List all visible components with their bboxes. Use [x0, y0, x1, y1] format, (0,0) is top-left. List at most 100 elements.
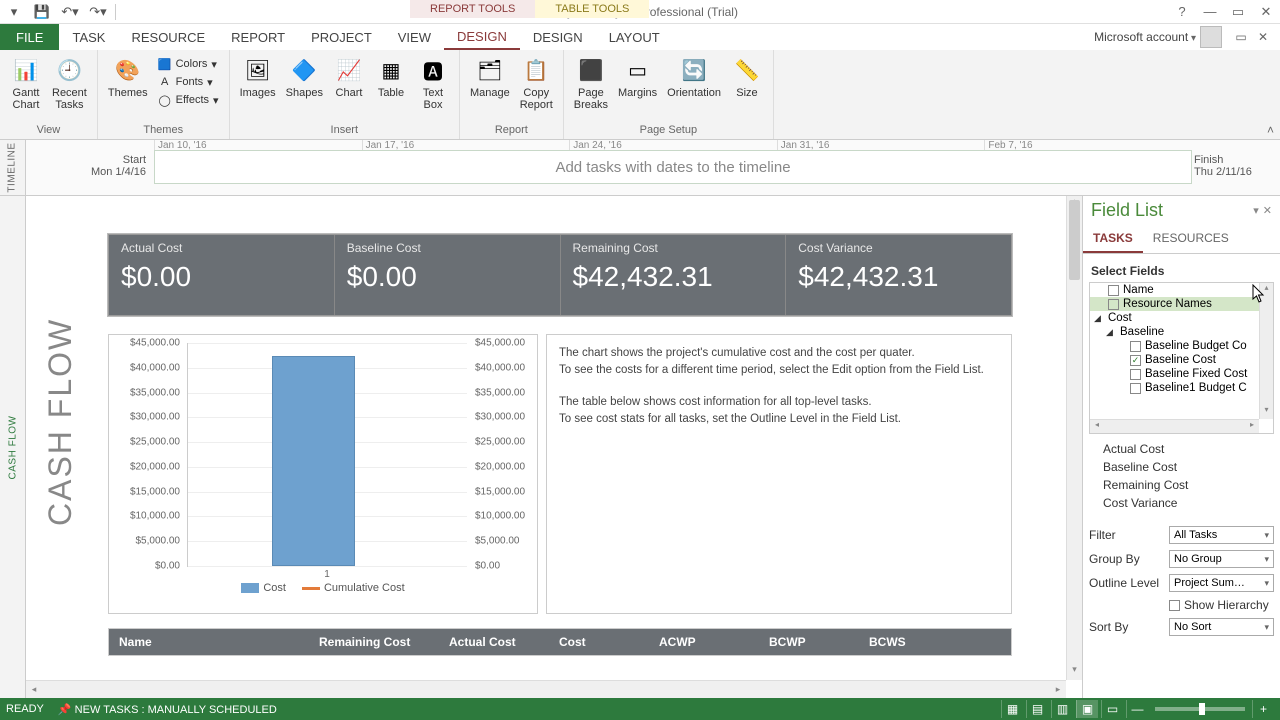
th-acwp: ACWP — [649, 629, 759, 655]
selected-field[interactable]: Baseline Cost — [1089, 458, 1274, 476]
field-list-pane: Field List ▾ ✕ TASKS RESOURCES Select Fi… — [1082, 196, 1280, 698]
tree-hscroll[interactable]: ◂▸ — [1090, 419, 1259, 433]
pane-tab-resources[interactable]: RESOURCES — [1143, 225, 1239, 253]
selected-field[interactable]: Cost Variance — [1089, 494, 1274, 512]
timeline-side-label: TIMELINE — [0, 140, 26, 195]
collapse-ribbon-icon[interactable]: ˄ — [1267, 123, 1274, 137]
help-icon[interactable]: ? — [1168, 2, 1196, 22]
selected-fields-list[interactable]: Actual Cost Baseline Cost Remaining Cost… — [1089, 440, 1274, 512]
tab-task[interactable]: TASK — [59, 24, 118, 50]
cashflow-side-label: CASH FLOW — [0, 196, 26, 698]
description-box[interactable]: The chart shows the project's cumulative… — [546, 334, 1012, 614]
title-bar: ▾ 💾 ↶▾ ↷▾ Project - Project Professional… — [0, 0, 1280, 24]
close-icon[interactable]: ✕ — [1252, 2, 1280, 22]
manage-button[interactable]: 🗂Manage — [466, 52, 514, 101]
status-schedule-mode[interactable]: 📌 NEW TASKS : MANUALLY SCHEDULED — [58, 703, 277, 716]
gantt-chart-button[interactable]: 📊GanttChart — [6, 52, 46, 113]
view-shortcut-3[interactable]: ▥ — [1051, 700, 1073, 718]
save-icon[interactable]: 💾 — [32, 2, 52, 22]
tab-design-report[interactable]: DESIGN — [444, 24, 520, 50]
images-button[interactable]: 🖼Images — [236, 52, 280, 101]
kpi-table[interactable]: Actual Cost$0.00 Baseline Cost$0.00 Rema… — [108, 234, 1012, 316]
avatar[interactable] — [1200, 26, 1222, 48]
timeline-start: Start Mon 1/4/16 — [54, 154, 146, 178]
minimize-icon[interactable]: — — [1196, 2, 1224, 22]
sortby-select[interactable]: No Sort — [1169, 618, 1274, 636]
cost-table[interactable]: Name Remaining Cost Actual Cost Cost ACW… — [108, 628, 1012, 656]
pane-options-icon[interactable]: ▾ — [1253, 204, 1259, 217]
account-label[interactable]: Microsoft account — [1094, 30, 1196, 44]
status-bar: READY 📌 NEW TASKS : MANUALLY SCHEDULED ▦… — [0, 698, 1280, 720]
tab-view[interactable]: VIEW — [385, 24, 444, 50]
filter-select[interactable]: All Tasks — [1169, 526, 1274, 544]
th-bcwp: BCWP — [759, 629, 859, 655]
groupby-select[interactable]: No Group — [1169, 550, 1274, 568]
table-button[interactable]: ▦Table — [371, 52, 411, 101]
doc-close-icon[interactable]: ✕ — [1254, 28, 1272, 46]
fonts-button[interactable]: AFonts▾ — [154, 74, 223, 90]
horizontal-scrollbar[interactable]: ◂▸ — [26, 680, 1066, 698]
zoom-out-icon[interactable]: — — [1126, 700, 1148, 718]
themes-button[interactable]: 🎨Themes — [104, 52, 152, 101]
groupby-label: Group By — [1089, 552, 1163, 566]
tab-file[interactable]: FILE — [0, 24, 59, 50]
field-tree[interactable]: Name Resource Names ◢Cost ◢Baseline Base… — [1089, 282, 1274, 434]
view-shortcut-1[interactable]: ▦ — [1001, 700, 1023, 718]
timeline-track[interactable]: Add tasks with dates to the timeline — [154, 150, 1192, 184]
maximize-icon[interactable]: ▭ — [1224, 2, 1252, 22]
th-bcws: BCWS — [859, 629, 1011, 655]
context-tab-report-tools: REPORT TOOLS — [410, 0, 535, 18]
chart-legend: Cost Cumulative Cost — [115, 582, 531, 594]
app-menu-icon[interactable]: ▾ — [4, 2, 24, 22]
pane-tab-tasks[interactable]: TASKS — [1083, 225, 1143, 253]
vertical-scrollbar[interactable]: ▴▾ — [1066, 196, 1082, 680]
report-canvas[interactable]: CASH FLOW Actual Cost$0.00 Baseline Cost… — [26, 196, 1082, 698]
tab-resource[interactable]: RESOURCE — [118, 24, 218, 50]
view-shortcut-5[interactable]: ▭ — [1101, 700, 1123, 718]
chart[interactable]: $45,000.00$40,000.00$35,000.00$30,000.00… — [108, 334, 538, 614]
ribbon-tab-strip: FILE TASK RESOURCE REPORT PROJECT VIEW D… — [0, 24, 1280, 50]
chart-bar — [272, 356, 356, 566]
page-breaks-button[interactable]: ⬛PageBreaks — [570, 52, 612, 113]
selected-field[interactable]: Actual Cost — [1089, 440, 1274, 458]
pane-title: Field List — [1091, 200, 1249, 221]
sortby-label: Sort By — [1089, 620, 1163, 634]
zoom-in-icon[interactable]: + — [1252, 700, 1274, 718]
group-label-report: Report — [466, 123, 557, 137]
tab-project[interactable]: PROJECT — [298, 24, 385, 50]
tab-layout[interactable]: LAYOUT — [596, 24, 673, 50]
shapes-button[interactable]: 🔷Shapes — [282, 52, 327, 101]
report-title: CASH FLOW — [42, 318, 79, 526]
outline-select[interactable]: Project Sum… — [1169, 574, 1274, 592]
copy-report-button[interactable]: 📋CopyReport — [516, 52, 557, 113]
colors-button[interactable]: 🟦Colors▾ — [154, 56, 223, 72]
timeline-end: Finish Thu 2/11/16 — [1194, 154, 1274, 178]
pane-close-icon[interactable]: ✕ — [1263, 204, 1272, 217]
th-cost: Cost — [549, 629, 649, 655]
select-fields-heading: Select Fields — [1083, 254, 1280, 282]
status-ready: READY — [6, 703, 44, 715]
redo-icon[interactable]: ↷▾ — [88, 2, 108, 22]
filter-label: Filter — [1089, 528, 1163, 542]
doc-restore-icon[interactable]: ▭ — [1232, 28, 1250, 46]
effects-button[interactable]: ◯Effects▾ — [154, 92, 223, 108]
margins-button[interactable]: ▭Margins — [614, 52, 661, 101]
zoom-slider[interactable] — [1155, 707, 1245, 711]
tab-design-table[interactable]: DESIGN — [520, 24, 596, 50]
selected-field[interactable]: Remaining Cost — [1089, 476, 1274, 494]
size-button[interactable]: 📏Size — [727, 52, 767, 101]
view-shortcut-4[interactable]: ▣ — [1076, 700, 1098, 718]
group-label-insert: Insert — [236, 123, 453, 137]
undo-icon[interactable]: ↶▾ — [60, 2, 80, 22]
textbox-button[interactable]: 🅰TextBox — [413, 52, 453, 113]
show-hierarchy-checkbox[interactable] — [1169, 600, 1180, 611]
recent-tasks-button[interactable]: 🕘RecentTasks — [48, 52, 91, 113]
context-tab-table-tools: TABLE TOOLS — [535, 0, 649, 18]
chart-button[interactable]: 📈Chart — [329, 52, 369, 101]
tree-vscroll[interactable]: ▴▾ — [1259, 283, 1273, 419]
orientation-button[interactable]: 🔄Orientation — [663, 52, 725, 101]
tab-report[interactable]: REPORT — [218, 24, 298, 50]
group-label-view: View — [6, 123, 91, 137]
view-shortcut-2[interactable]: ▤ — [1026, 700, 1048, 718]
group-label-themes: Themes — [104, 123, 223, 137]
